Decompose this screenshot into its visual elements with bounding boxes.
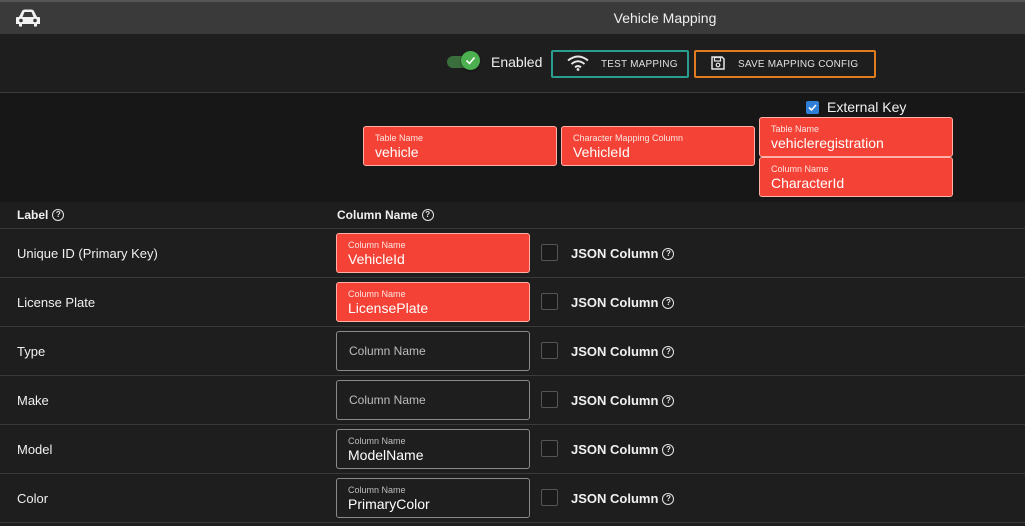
json-column-checkbox[interactable]: [541, 440, 558, 457]
column-name-field-label: Column Name: [348, 289, 406, 299]
save-mapping-button[interactable]: SAVE MAPPING CONFIG: [694, 50, 876, 78]
json-column-label: JSON Column?: [571, 295, 675, 310]
column-name-input[interactable]: Column Name VehicleId: [336, 233, 530, 273]
column-name-placeholder: Column Name: [349, 344, 426, 358]
external-key-checkbox[interactable]: External Key: [806, 99, 906, 115]
column-name-input[interactable]: Column Name: [336, 331, 530, 371]
help-icon[interactable]: ?: [52, 209, 65, 221]
test-mapping-button[interactable]: TEST MAPPING: [551, 50, 689, 78]
table-name-field-label: Table Name: [375, 133, 424, 143]
table-row: Make Column Name JSON Column?: [0, 376, 1025, 425]
json-column-text: JSON Column: [571, 393, 659, 408]
enabled-label: Enabled: [491, 54, 543, 70]
json-column-label: JSON Column?: [571, 344, 675, 359]
row-label: Model: [17, 442, 53, 457]
column-name-value: ModelName: [348, 447, 424, 463]
row-label: Type: [17, 344, 46, 359]
help-icon[interactable]: ?: [662, 345, 675, 358]
column-name-value: VehicleId: [348, 251, 405, 267]
checkbox-checked-icon: [806, 100, 819, 114]
json-column-label: JSON Column?: [571, 393, 675, 408]
column-name-input[interactable]: Column Name PrimaryColor: [336, 478, 530, 518]
help-icon[interactable]: ?: [662, 296, 675, 309]
column-name-value: PrimaryColor: [348, 496, 430, 512]
external-table-name-value: vehicleregistration: [771, 135, 884, 151]
label-header-text: Label: [17, 208, 49, 222]
json-column-checkbox[interactable]: [541, 342, 558, 359]
json-column-text: JSON Column: [571, 344, 659, 359]
check-icon: [465, 56, 476, 65]
help-icon[interactable]: ?: [662, 443, 675, 456]
wifi-icon: [567, 55, 589, 74]
column-name-input[interactable]: Column Name LicensePlate: [336, 282, 530, 322]
save-icon: [710, 55, 726, 74]
character-mapping-column-value: VehicleId: [573, 144, 630, 160]
json-column-text: JSON Column: [571, 491, 659, 506]
page-title: Vehicle Mapping: [613, 10, 717, 26]
test-mapping-label: TEST MAPPING: [601, 58, 678, 70]
json-column-text: JSON Column: [571, 295, 659, 310]
json-column-label: JSON Column?: [571, 246, 675, 261]
column-name-field-label: Column Name: [348, 240, 406, 250]
help-icon[interactable]: ?: [421, 209, 434, 221]
help-icon[interactable]: ?: [662, 247, 675, 260]
json-column-label: JSON Column?: [571, 491, 675, 506]
column-name-placeholder: Column Name: [349, 393, 426, 407]
table-row: Model Column Name ModelName JSON Column?: [0, 425, 1025, 474]
external-column-name-field[interactable]: Column Name CharacterId: [759, 157, 953, 197]
column-name-field-label: Column Name: [348, 436, 406, 446]
json-column-text: JSON Column: [571, 246, 659, 261]
column-name-input[interactable]: Column Name ModelName: [336, 429, 530, 469]
help-icon[interactable]: ?: [662, 492, 675, 505]
column-name-header-text: Column Name: [337, 208, 418, 222]
json-column-checkbox[interactable]: [541, 391, 558, 408]
row-label: Color: [17, 491, 49, 506]
character-mapping-column-field[interactable]: Character Mapping Column VehicleId: [561, 126, 755, 166]
json-column-text: JSON Column: [571, 442, 659, 457]
row-label: Make: [17, 393, 49, 408]
json-column-checkbox[interactable]: [541, 489, 558, 506]
table-row: Color Column Name PrimaryColor JSON Column?: [0, 474, 1025, 523]
character-mapping-column-label: Character Mapping Column: [573, 133, 684, 143]
table-row: Type Column Name JSON Column?: [0, 327, 1025, 376]
column-name-input[interactable]: Column Name: [336, 380, 530, 420]
label-column-header: Label ?: [17, 208, 65, 222]
column-name-value: LicensePlate: [348, 300, 429, 316]
table-name-value: vehicle: [375, 144, 419, 160]
table-row: Unique ID (Primary Key) Column Name Vehicl…: [0, 229, 1025, 278]
table-name-field[interactable]: Table Name vehicle: [363, 126, 557, 166]
external-table-name-label: Table Name: [771, 124, 820, 134]
external-column-name-value: CharacterId: [771, 175, 845, 191]
json-column-label: JSON Column?: [571, 442, 675, 457]
save-mapping-label: SAVE MAPPING CONFIG: [738, 58, 859, 70]
json-column-checkbox[interactable]: [541, 244, 558, 261]
external-column-name-label: Column Name: [771, 164, 829, 174]
column-name-header: Column Name ?: [337, 208, 434, 222]
row-label: License Plate: [17, 295, 96, 310]
help-icon[interactable]: ?: [662, 394, 675, 407]
json-column-checkbox[interactable]: [541, 293, 558, 310]
external-table-name-field[interactable]: Table Name vehicleregistration: [759, 117, 953, 157]
enabled-toggle[interactable]: [447, 51, 481, 70]
table-row: License Plate Column Name LicensePlate JSON…: [0, 278, 1025, 327]
column-name-field-label: Column Name: [348, 485, 406, 495]
external-key-label: External Key: [827, 99, 907, 115]
row-label: Unique ID (Primary Key): [17, 246, 158, 261]
grid-header: Label ? Column Name ?: [0, 202, 1025, 229]
title-bar: Vehicle Mapping: [0, 0, 1025, 34]
